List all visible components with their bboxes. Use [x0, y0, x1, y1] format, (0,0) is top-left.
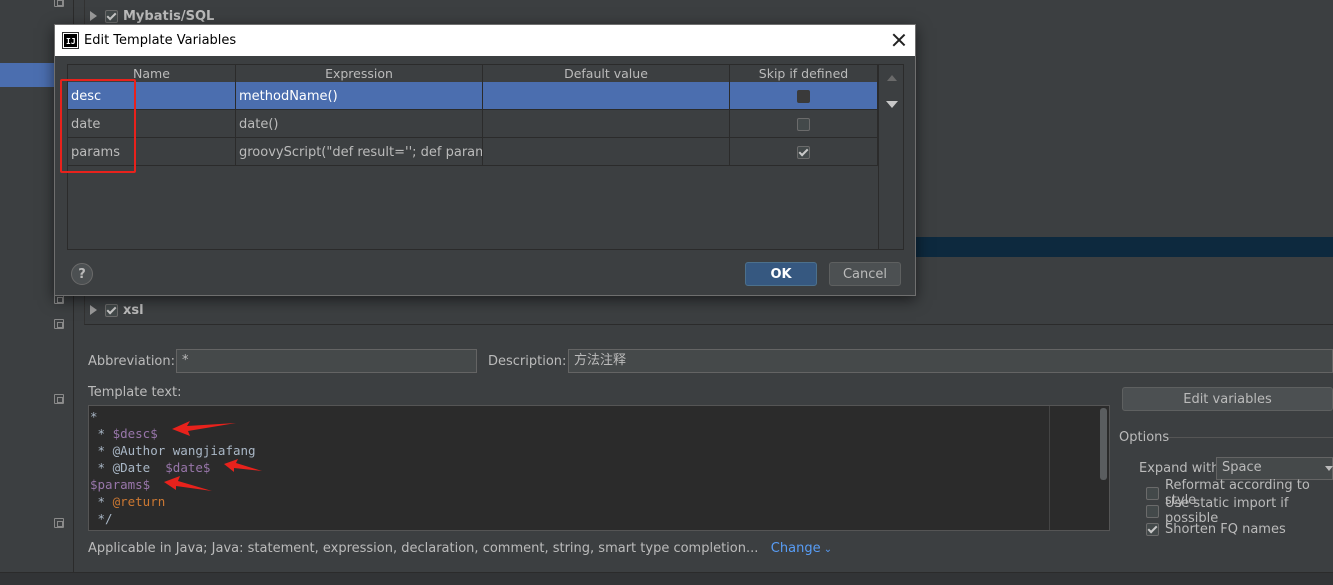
annotation-arrow — [224, 459, 262, 472]
annotation-arrow — [172, 421, 236, 436]
annotation-arrow — [164, 476, 212, 491]
annotation-arrows — [164, 421, 262, 491]
